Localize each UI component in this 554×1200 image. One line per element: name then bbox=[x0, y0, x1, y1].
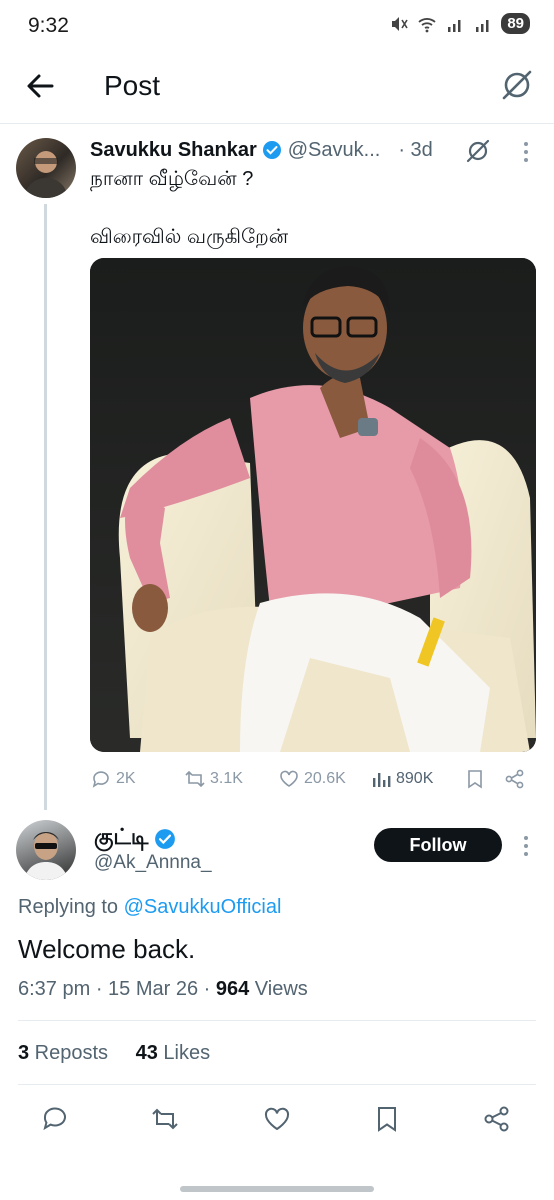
reply-action[interactable]: 2K bbox=[90, 768, 136, 790]
reply-icon[interactable] bbox=[40, 1104, 70, 1134]
post-action-bar: 2K 3.1K 20.6K 890K bbox=[90, 764, 536, 794]
avatar-photo-icon bbox=[24, 832, 68, 880]
verified-badge-icon bbox=[262, 141, 281, 159]
likes-stat[interactable]: 43 Likes bbox=[136, 1042, 211, 1064]
share-action[interactable] bbox=[504, 768, 526, 790]
views-action[interactable]: 890K bbox=[370, 768, 433, 790]
display-name[interactable]: குட்டி bbox=[94, 824, 148, 853]
like-icon bbox=[280, 770, 298, 787]
reply-author-row: குட்டி bbox=[94, 824, 176, 853]
grok-icon[interactable] bbox=[500, 68, 534, 102]
share-icon bbox=[505, 769, 524, 789]
verified-badge-icon bbox=[155, 828, 176, 849]
wifi-icon bbox=[418, 17, 436, 32]
replying-to: Replying to @SavukkuOfficial bbox=[18, 896, 281, 919]
engagement-stats: 3 Reposts 43 Likes bbox=[18, 1042, 210, 1065]
post-photo-illustration bbox=[90, 258, 536, 752]
views-label: Views bbox=[249, 978, 308, 1000]
repost-icon[interactable] bbox=[150, 1104, 180, 1134]
post-time: · 3d bbox=[398, 138, 433, 161]
display-name[interactable]: Savukku Shankar bbox=[90, 139, 257, 162]
thread-connector bbox=[44, 204, 47, 810]
signal-icon bbox=[448, 19, 461, 32]
page-title: Post bbox=[104, 70, 161, 101]
repost-action[interactable]: 3.1K bbox=[184, 768, 243, 790]
reposts-number: 3 bbox=[18, 1042, 30, 1064]
app-header: Post bbox=[0, 52, 554, 122]
reply-text: Welcome back. bbox=[18, 934, 196, 964]
bookmark-action[interactable] bbox=[464, 768, 486, 790]
grok-icon[interactable] bbox=[465, 138, 491, 164]
replying-prefix: Replying to bbox=[18, 896, 124, 918]
likes-number: 43 bbox=[135, 1042, 158, 1064]
post-text-line-2: விரைவில் வருகிறேன் bbox=[90, 226, 289, 248]
more-icon[interactable] bbox=[522, 834, 530, 858]
repost-count: 3.1K bbox=[210, 770, 243, 787]
repost-icon bbox=[185, 770, 205, 788]
reply-action-bar bbox=[0, 1100, 554, 1140]
battery-level: 89 bbox=[501, 13, 530, 34]
follow-button[interactable]: Follow bbox=[374, 828, 502, 862]
avatar[interactable] bbox=[16, 820, 76, 880]
stats-divider bbox=[18, 1084, 536, 1085]
signal-icon-2 bbox=[476, 19, 489, 32]
mute-icon bbox=[392, 16, 408, 31]
status-icons: 89 bbox=[389, 13, 530, 34]
post-text-line-1: நானா வீழ்வேன் ? bbox=[90, 168, 254, 190]
bookmark-icon[interactable] bbox=[372, 1104, 402, 1134]
replying-mention-link[interactable]: @SavukkuOfficial bbox=[124, 896, 282, 918]
views-number: 964 bbox=[215, 978, 250, 1000]
like-action[interactable]: 20.6K bbox=[278, 768, 346, 790]
bookmark-icon bbox=[468, 770, 482, 789]
back-arrow-icon[interactable] bbox=[22, 68, 58, 104]
status-bar: 9:32 89 bbox=[0, 0, 554, 52]
views-count: 890K bbox=[396, 770, 434, 787]
status-time: 9:32 bbox=[28, 14, 69, 37]
like-count: 20.6K bbox=[304, 770, 346, 787]
views-icon bbox=[373, 773, 391, 787]
avatar[interactable] bbox=[16, 138, 76, 198]
post-image[interactable] bbox=[90, 258, 536, 752]
share-icon[interactable] bbox=[482, 1104, 512, 1134]
user-handle[interactable]: @Savuk... bbox=[288, 139, 381, 162]
reposts-label: Reposts bbox=[29, 1042, 109, 1064]
reposts-stat[interactable]: 3 Reposts bbox=[18, 1042, 108, 1064]
header-divider bbox=[0, 123, 554, 124]
user-handle[interactable]: @Ak_Annna_ bbox=[94, 852, 212, 874]
like-icon[interactable] bbox=[262, 1104, 292, 1134]
reply-count: 2K bbox=[116, 770, 136, 787]
post-timestamp: 6:37 pm · 15 Mar 26 · bbox=[18, 978, 216, 1000]
post-meta: 6:37 pm · 15 Mar 26 · 964 Views bbox=[18, 978, 308, 1001]
meta-divider bbox=[18, 1020, 536, 1021]
home-indicator[interactable] bbox=[180, 1186, 374, 1192]
reply-icon bbox=[92, 771, 109, 788]
likes-label: Likes bbox=[157, 1042, 211, 1064]
more-icon[interactable] bbox=[522, 140, 530, 164]
avatar-photo-icon bbox=[24, 151, 68, 198]
